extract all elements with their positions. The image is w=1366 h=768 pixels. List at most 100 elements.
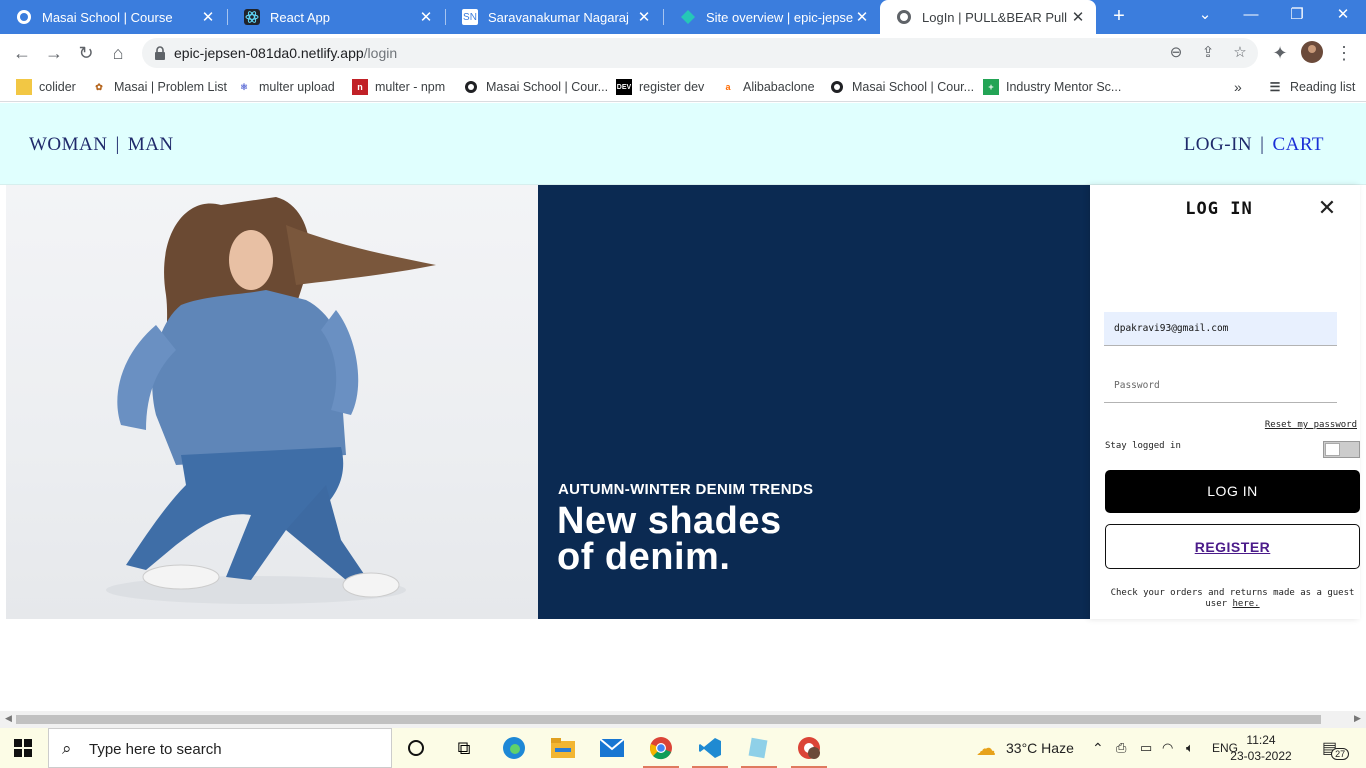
bookmark-industry-mentor[interactable]: + Industry Mentor Sc... bbox=[983, 77, 1121, 97]
clock-date: 23-03-2022 bbox=[1230, 749, 1292, 763]
nav-login-link[interactable]: LOG-IN bbox=[1184, 134, 1252, 155]
weather-widget[interactable]: ☁ 33°C Haze bbox=[976, 728, 1074, 768]
password-field[interactable] bbox=[1104, 369, 1337, 403]
notifications-icon[interactable]: ▤ 27 bbox=[1322, 728, 1350, 768]
bookmark-register-dev[interactable]: DEV register dev bbox=[616, 77, 704, 97]
email-field[interactable] bbox=[1104, 312, 1337, 346]
sheets-icon: + bbox=[983, 79, 999, 95]
nav-cart-link[interactable]: CART bbox=[1272, 134, 1324, 155]
task-view-icon[interactable]: ⧉ bbox=[450, 734, 478, 762]
hero-promo-panel[interactable]: AUTUMN-WINTER DENIM TRENDS New shades of… bbox=[538, 185, 1090, 619]
scroll-right-icon[interactable]: ▶ bbox=[1354, 713, 1361, 724]
chrome-icon[interactable] bbox=[643, 734, 679, 768]
menu-icon[interactable]: ⋮ bbox=[1332, 41, 1356, 65]
windows-start-icon[interactable] bbox=[14, 739, 32, 757]
mail-icon[interactable] bbox=[598, 734, 626, 762]
bookmark-masai-course-1[interactable]: Masai School | Cour... bbox=[463, 77, 608, 97]
vscode-icon[interactable] bbox=[692, 734, 728, 768]
profile-avatar[interactable] bbox=[1300, 41, 1324, 65]
gender-nav: WOMAN | MAN bbox=[29, 134, 174, 156]
globe-icon bbox=[896, 9, 912, 25]
close-icon[interactable]: ✕ bbox=[1316, 197, 1338, 219]
tab-title: Site overview | epic-jepsen-0 bbox=[706, 9, 854, 25]
chrome-profile-icon[interactable] bbox=[791, 734, 827, 768]
edge-icon[interactable] bbox=[500, 734, 528, 762]
tab-saravanakumar[interactable]: SN Saravanakumar Nagaraj ✕ bbox=[446, 0, 662, 34]
weather-haze-icon: ☁ bbox=[976, 737, 996, 760]
tab-react-app[interactable]: React App ✕ bbox=[228, 0, 444, 34]
url-path: /login bbox=[363, 45, 398, 61]
flower-icon: ✿ bbox=[95, 81, 103, 92]
close-tab-icon[interactable]: ✕ bbox=[1070, 8, 1086, 26]
nav-woman-link[interactable]: WOMAN bbox=[29, 134, 108, 155]
tab-title: Saravanakumar Nagaraj bbox=[488, 9, 629, 25]
battery-icon[interactable]: ▭ bbox=[1140, 728, 1152, 768]
nav-man-link[interactable]: MAN bbox=[128, 134, 174, 155]
scroll-left-icon[interactable]: ◀ bbox=[5, 713, 12, 724]
login-title: LOG IN bbox=[1185, 199, 1253, 219]
hero-model-image bbox=[6, 185, 538, 619]
back-icon[interactable]: ← bbox=[10, 41, 34, 65]
close-window-button[interactable]: ✕ bbox=[1320, 0, 1366, 30]
globe-icon bbox=[16, 9, 32, 25]
login-panel: LOG IN ✕ Reset my password Stay logged i… bbox=[1090, 185, 1360, 619]
search-placeholder: Type here to search bbox=[89, 741, 222, 758]
guest-note: Check your orders and returns made as a … bbox=[1105, 588, 1360, 610]
login-button[interactable]: LOG IN bbox=[1105, 470, 1360, 513]
tab-title: React App bbox=[270, 9, 330, 25]
notepad-icon[interactable] bbox=[741, 734, 777, 768]
zoom-icon[interactable]: ⊖ bbox=[1166, 43, 1186, 63]
forward-icon[interactable]: → bbox=[42, 41, 66, 65]
reload-icon[interactable]: ↻ bbox=[74, 41, 98, 65]
nav-separator: | bbox=[1260, 134, 1265, 155]
reading-list-button[interactable]: ☰ Reading list bbox=[1267, 77, 1356, 97]
notification-count: 27 bbox=[1331, 748, 1350, 760]
file-explorer-icon[interactable] bbox=[549, 734, 577, 762]
register-button[interactable]: REGISTER bbox=[1105, 524, 1360, 569]
system-clock[interactable]: 11:24 23-03-2022 bbox=[1230, 732, 1292, 764]
windows-taskbar: ⌕ Type here to search ⧉ ☁ 33°C Haze ⌃ ⎙ … bbox=[0, 728, 1366, 768]
bookmark-label: Industry Mentor Sc... bbox=[1006, 80, 1122, 94]
reset-password-link[interactable]: Reset my password bbox=[1265, 420, 1357, 430]
share-icon[interactable]: ⇪ bbox=[1198, 43, 1218, 63]
tab-search-icon[interactable]: ⌄ bbox=[1182, 0, 1228, 30]
more-bookmarks-icon[interactable]: » bbox=[1234, 77, 1242, 97]
minimize-button[interactable]: — bbox=[1228, 0, 1274, 30]
meet-now-icon[interactable]: ⎙ bbox=[1116, 728, 1126, 768]
close-tab-icon[interactable]: ✕ bbox=[200, 8, 216, 26]
bookmark-star-icon[interactable]: ☆ bbox=[1230, 43, 1250, 63]
bookmark-alibabaclone[interactable]: a Alibabaclone bbox=[720, 77, 814, 97]
reading-list-icon: ☰ bbox=[1269, 80, 1281, 94]
tab-login-pullbear[interactable]: LogIn | PULL&BEAR Pull Wor ✕ bbox=[880, 0, 1096, 34]
hero-title-line: of denim. bbox=[557, 536, 731, 578]
bookmark-masai-course-2[interactable]: Masai School | Cour... bbox=[829, 77, 974, 97]
extensions-icon[interactable]: ✦ bbox=[1268, 41, 1292, 65]
close-tab-icon[interactable]: ✕ bbox=[418, 8, 434, 26]
cortana-icon[interactable] bbox=[402, 734, 430, 762]
wifi-icon[interactable]: ◠ bbox=[1162, 728, 1173, 768]
bookmark-multer-upload[interactable]: ⚛ multer upload bbox=[236, 77, 335, 97]
close-tab-icon[interactable]: ✕ bbox=[636, 8, 652, 26]
bookmark-masai-problem-list[interactable]: ✿ Masai | Problem List bbox=[91, 77, 227, 97]
bookmark-multer-npm[interactable]: n multer - npm bbox=[352, 77, 445, 97]
bookmark-label: Masai | Problem List bbox=[114, 80, 228, 94]
chevron-up-icon[interactable]: ⌃ bbox=[1092, 728, 1104, 768]
new-tab-button[interactable]: + bbox=[1108, 4, 1130, 28]
horizontal-scrollbar[interactable]: ◀ ▶ bbox=[0, 711, 1366, 728]
bookmark-colider[interactable]: colider bbox=[16, 77, 76, 97]
close-tab-icon[interactable]: ✕ bbox=[854, 8, 870, 26]
hero-kicker: AUTUMN-WINTER DENIM TRENDS bbox=[558, 481, 814, 498]
stay-logged-in-toggle[interactable] bbox=[1323, 441, 1360, 458]
url-text: epic-jepsen-081da0.netlify.app/login bbox=[174, 45, 397, 61]
tab-netlify-overview[interactable]: Site overview | epic-jepsen-0 ✕ bbox=[664, 0, 880, 34]
tab-masai-course[interactable]: Masai School | Course ✕ bbox=[0, 0, 226, 34]
guest-orders-link[interactable]: here. bbox=[1233, 599, 1260, 609]
volume-icon[interactable]: 🔈︎ bbox=[1186, 728, 1194, 768]
home-icon[interactable]: ⌂ bbox=[106, 41, 130, 65]
tab-title: Masai School | Course bbox=[42, 9, 173, 25]
scrollbar-thumb[interactable] bbox=[16, 715, 1321, 724]
address-bar[interactable]: epic-jepsen-081da0.netlify.app/login ⊖ ⇪… bbox=[142, 38, 1258, 68]
taskbar-search-input[interactable]: ⌕ Type here to search bbox=[48, 728, 392, 768]
restore-button[interactable]: ❐ bbox=[1274, 0, 1320, 30]
hero-title: New shades of denim. bbox=[557, 502, 782, 578]
